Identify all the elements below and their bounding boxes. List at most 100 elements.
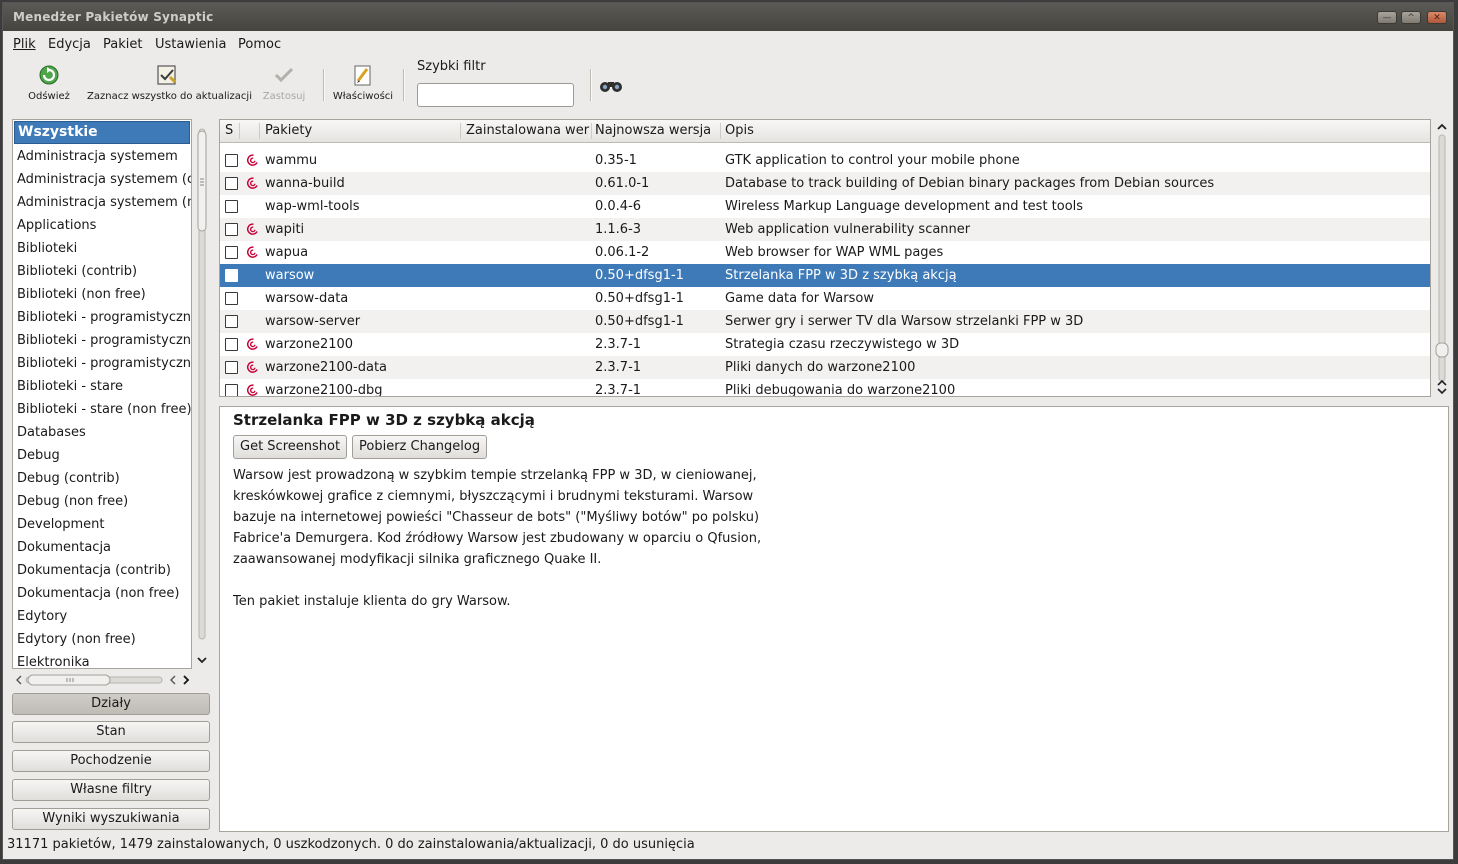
table-row[interactable]: warzone2100 2.3.7-1 Strategia czasu rzeczy… (220, 333, 1430, 356)
section-item[interactable]: Biblioteki - programistyczne (13, 352, 191, 375)
package-description: Database to track building of Debian bin… (725, 176, 1215, 191)
apply-button[interactable]: Zastosuj (259, 63, 309, 102)
section-item[interactable]: Administracja systemem (n (13, 191, 191, 214)
menu-plik[interactable]: Plik (13, 37, 36, 52)
column-latest[interactable]: Najnowsza wersja (595, 123, 711, 138)
install-checkbox[interactable] (225, 177, 238, 190)
section-item[interactable]: Dokumentacja (contrib) (13, 559, 191, 582)
package-name: wapua (265, 245, 309, 260)
apply-check-icon (274, 67, 294, 83)
install-checkbox[interactable] (225, 361, 238, 374)
table-row[interactable]: warzone2100-data 2.3.7-1 Pliki danych do w… (220, 356, 1430, 379)
package-name: wanna-build (265, 176, 345, 191)
section-item[interactable]: Biblioteki - programistyczne (13, 329, 191, 352)
install-checkbox[interactable] (225, 246, 238, 259)
package-list-vscrollbar[interactable] (1434, 119, 1450, 397)
install-checkbox[interactable] (225, 200, 238, 213)
filter-origin-label: Pochodzenie (70, 753, 152, 768)
menu-ustawienia[interactable]: Ustawienia (155, 37, 226, 52)
maximize-icon[interactable]: ^ (1401, 11, 1421, 24)
package-name: wapiti (265, 222, 305, 237)
install-checkbox[interactable] (225, 154, 238, 167)
section-item[interactable]: Debug (13, 444, 191, 467)
column-description[interactable]: Opis (725, 123, 754, 138)
search-binoculars-icon[interactable] (599, 75, 623, 95)
section-item[interactable]: Administracja systemem (c (13, 168, 191, 191)
column-package[interactable]: Pakiety (265, 123, 312, 138)
column-installed[interactable]: Zainstalowana wer (466, 123, 590, 138)
title-bar[interactable]: Menedżer Pakietów Synaptic — ^ ✕ (3, 3, 1453, 31)
column-status[interactable]: S (225, 123, 233, 138)
get-changelog-button[interactable]: Pobierz Changelog (352, 435, 488, 459)
mark-all-label: Zaznacz wszystko do aktualizacji (87, 91, 252, 102)
section-item[interactable]: Edytory (non free) (13, 628, 191, 651)
debian-icon (246, 154, 258, 166)
mark-all-upgrades-button[interactable]: Zaznacz wszystko do aktualizacji (87, 63, 252, 102)
table-row[interactable]: wanna-build 0.61.0-1 Database to track bui… (220, 172, 1430, 195)
table-row[interactable]: warsow 0.50+dfsg1-1 Strzelanka FPP w 3D z … (220, 264, 1430, 287)
description-line: zaawansowanej modyfikacji silnika grafic… (233, 552, 602, 567)
sections-hscrollbar[interactable] (12, 671, 212, 689)
install-checkbox[interactable] (225, 292, 238, 305)
menu-pakiet-label: Pakiet (103, 37, 143, 52)
reload-button[interactable]: Odśwież (23, 63, 75, 102)
filter-sections-button[interactable]: Działy (12, 693, 210, 715)
table-row[interactable]: warsow-data 0.50+dfsg1-1 Game data for War… (220, 287, 1430, 310)
section-item[interactable]: Databases (13, 421, 191, 444)
table-row[interactable]: wapiti 1.1.6-3 Web application vulnerabili… (220, 218, 1430, 241)
close-icon[interactable]: ✕ (1427, 11, 1447, 24)
latest-version: 0.35-1 (595, 153, 637, 168)
section-item[interactable]: Edytory (13, 605, 191, 628)
package-list-header: S Pakiety Zainstalowana wer Najnowsza we… (220, 120, 1430, 143)
section-item[interactable]: Administracja systemem (13, 145, 191, 168)
menu-edycja[interactable]: Edycja (48, 37, 91, 52)
section-item[interactable]: Development (13, 513, 191, 536)
description-line: Warsow jest prowadzoną w szybkim tempie … (233, 468, 757, 483)
section-item[interactable]: Biblioteki - stare (non free) (13, 398, 191, 421)
section-item[interactable]: Biblioteki (contrib) (13, 260, 191, 283)
menu-ustawienia-label: Ustawienia (155, 37, 227, 52)
quick-filter-input[interactable] (417, 83, 574, 107)
filter-status-button[interactable]: Stan (12, 721, 210, 743)
section-item[interactable]: Debug (contrib) (13, 467, 191, 490)
package-list[interactable]: wammu 0.35-1 GTK application to control yo… (219, 119, 1431, 397)
get-screenshot-button[interactable]: Get Screenshot (233, 435, 348, 459)
section-item[interactable]: Wszystkie (14, 121, 190, 144)
package-name: warsow-data (265, 291, 349, 306)
filter-origin-button[interactable]: Pochodzenie (12, 750, 210, 772)
latest-version: 2.3.7-1 (595, 337, 642, 352)
install-checkbox[interactable] (225, 384, 238, 396)
package-details: Strzelanka FPP w 3D z szybką akcją Get S… (219, 406, 1449, 832)
section-item[interactable]: Biblioteki - stare (13, 375, 191, 398)
install-checkbox[interactable] (225, 269, 238, 282)
section-item[interactable]: Elektronika (13, 651, 191, 668)
section-item[interactable]: Biblioteki - programistyczne (13, 306, 191, 329)
filter-custom-button[interactable]: Własne filtry (12, 779, 210, 801)
install-checkbox[interactable] (225, 223, 238, 236)
section-item[interactable]: Biblioteki (13, 237, 191, 260)
section-item[interactable]: Dokumentacja (13, 536, 191, 559)
sections-vscrollbar[interactable] (194, 119, 210, 669)
section-item[interactable]: Dokumentacja (non free) (13, 582, 191, 605)
table-row[interactable]: wap-wml-tools 0.0.4-6 Wireless Markup Lang… (220, 195, 1430, 218)
minimize-icon[interactable]: — (1377, 11, 1397, 24)
menu-pomoc[interactable]: Pomoc (238, 37, 281, 52)
table-row[interactable]: warzone2100-dbg 2.3.7-1 Pliki debugowania … (220, 379, 1430, 397)
section-item[interactable]: Biblioteki (non free) (13, 283, 191, 306)
sections-list[interactable]: Wszystkie Administracja systemem Administr… (12, 119, 192, 669)
column-divider (259, 123, 260, 139)
install-checkbox[interactable] (225, 315, 238, 328)
table-row[interactable]: warsow-server 0.50+dfsg1-1 Serwer gry i se… (220, 310, 1430, 333)
install-checkbox[interactable] (225, 338, 238, 351)
latest-version: 0.50+dfsg1-1 (595, 268, 684, 283)
menu-pakiet[interactable]: Pakiet (103, 37, 142, 52)
filter-search-results-button[interactable]: Wyniki wyszukiwania (12, 808, 210, 830)
section-item[interactable]: Debug (non free) (13, 490, 191, 513)
package-description: Pliki debugowania do warzone2100 (725, 383, 956, 397)
table-row[interactable]: wapua 0.06.1-2 Web browser for WAP WML pag… (220, 241, 1430, 264)
toolbar-separator (403, 69, 405, 101)
window-title: Menedżer Pakietów Synaptic (13, 10, 214, 24)
table-row[interactable]: wammu 0.35-1 GTK application to control yo… (220, 149, 1430, 172)
section-item[interactable]: Applications (13, 214, 191, 237)
properties-button[interactable]: Właściwości (331, 63, 395, 102)
